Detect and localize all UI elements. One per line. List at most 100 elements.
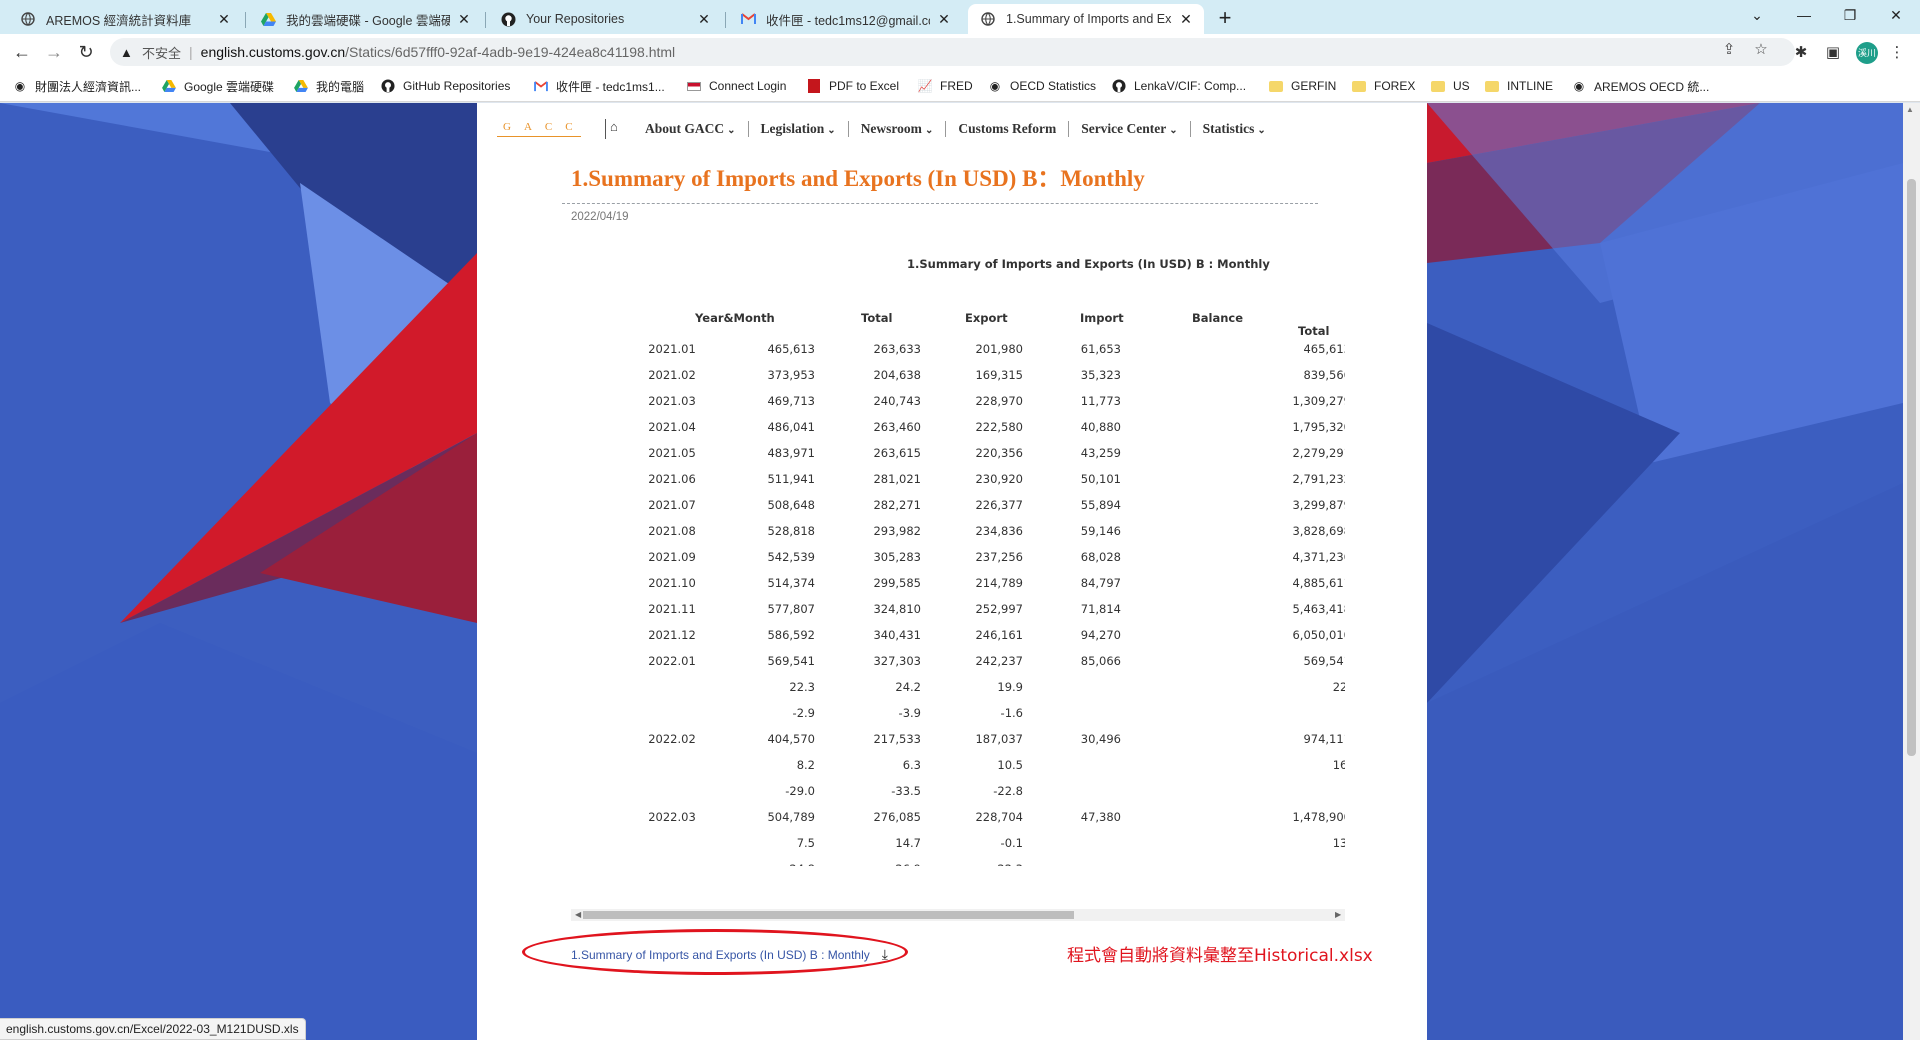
download-xls-link[interactable]: 1.Summary of Imports and Exports (In USD… <box>571 946 888 963</box>
bookmark-folder[interactable]: FOREX <box>1351 77 1415 95</box>
cell-import: -1.6 <box>1000 706 1023 720</box>
tab-close-icon[interactable]: ✕ <box>216 11 232 28</box>
nav-customs-reform[interactable]: Customs Reform <box>946 121 1070 137</box>
page-vertical-scrollbar[interactable]: ▲ <box>1903 103 1920 1040</box>
bookmark-item[interactable]: 📈 FRED <box>917 77 973 95</box>
nav-about-gacc[interactable]: About GACC ⌄ <box>633 121 749 137</box>
cell-import: 246,161 <box>975 628 1023 642</box>
bookmark-label: Google 雲端硬碟 <box>184 79 275 94</box>
bookmark-item[interactable]: Connect Login <box>686 77 786 95</box>
address-bar[interactable]: ▲ 不安全 | english.customs.gov.cn /Statics/… <box>110 38 1795 66</box>
cell-total: -2.9 <box>792 706 815 720</box>
cell-total: 483,971 <box>767 446 815 460</box>
back-button[interactable]: ← <box>8 38 36 66</box>
cell-year-month: 2021.08 <box>648 524 696 538</box>
scroll-left-icon[interactable]: ◀ <box>575 909 581 921</box>
cell-import: -0.1 <box>1000 836 1023 850</box>
tab-search-icon[interactable]: ⌄ <box>1734 0 1780 30</box>
bookmark-item[interactable]: ◉ AREMOS OECD 統... <box>1571 77 1710 95</box>
scrollbar-thumb[interactable] <box>1907 179 1916 756</box>
home-icon[interactable]: ⌂ <box>605 119 621 139</box>
download-icon[interactable]: ⤓ <box>882 946 888 963</box>
nav-service-center[interactable]: Service Center ⌄ <box>1069 121 1191 137</box>
nav-statistics[interactable]: Statistics ⌄ <box>1191 121 1278 137</box>
bookmark-star-icon[interactable]: ☆ <box>1749 38 1773 62</box>
github-icon <box>1111 78 1127 94</box>
tab-close-icon[interactable]: ✕ <box>936 11 952 28</box>
tab-separator <box>485 12 486 28</box>
table-horizontal-scrollbar[interactable]: ◀ ▶ <box>571 909 1345 921</box>
bookmark-folder[interactable]: GERFIN <box>1268 77 1336 95</box>
cell-export: 14.7 <box>895 836 921 850</box>
restore-button[interactable]: ❐ <box>1827 0 1873 30</box>
scrollbar-thumb[interactable] <box>583 911 1074 919</box>
cell-total: 528,818 <box>767 524 815 538</box>
tab-close-icon[interactable]: ✕ <box>456 11 472 28</box>
header-export: Export <box>965 311 1008 325</box>
menu-icon[interactable]: ⋮ <box>1886 42 1908 64</box>
cell-year-month: 2021.04 <box>648 420 696 434</box>
tab-separator <box>245 12 246 28</box>
bookmark-item[interactable]: GitHub Repositories <box>380 77 510 95</box>
bookmark-item[interactable]: LenkaV/CIF: Comp... <box>1111 77 1246 95</box>
scroll-up-icon[interactable]: ▲ <box>1906 105 1914 114</box>
cell-balance: 71,814 <box>1080 602 1121 616</box>
bookmark-item[interactable]: Google 雲端硬碟 <box>161 77 274 95</box>
cell-import: 19.9 <box>997 680 1023 694</box>
globe-icon: ◉ <box>1573 79 1585 93</box>
gacc-logo[interactable]: GACC <box>497 121 581 137</box>
bookmark-folder[interactable]: INTLINE <box>1484 77 1553 95</box>
gmail-icon <box>533 78 549 94</box>
cell-balance <box>1031 836 1121 850</box>
nav-legislation[interactable]: Legislation ⌄ <box>749 121 849 137</box>
header-balance: Balance <box>1192 311 1244 325</box>
cell-total: 569,541 <box>767 654 815 668</box>
reload-button[interactable]: ↻ <box>72 38 100 66</box>
browser-tab[interactable]: 收件匣 - tedc1ms12@gmail.com ✕ <box>728 4 962 34</box>
bookmark-folder[interactable]: US <box>1430 77 1470 95</box>
browser-toolbar: ← → ↻ ▲ 不安全 | english.customs.gov.cn /St… <box>0 34 1920 70</box>
bookmark-item[interactable]: 我的電腦 <box>293 77 364 95</box>
web-page: GACC ⌂ About GACC ⌄ Legislation ⌄ Newsroom… <box>0 103 1903 1040</box>
bookmark-label: 我的電腦 <box>316 79 365 94</box>
nav-newsroom[interactable]: Newsroom ⌄ <box>849 121 947 137</box>
bookmark-label: GitHub Repositories <box>403 79 511 93</box>
bookmark-item[interactable]: ◉ OECD Statistics <box>987 77 1096 95</box>
extensions-icon[interactable]: ✱ <box>1790 42 1812 64</box>
tab-close-icon[interactable]: ✕ <box>696 11 712 28</box>
google-drive-icon <box>293 78 309 94</box>
download-link-label[interactable]: 1.Summary of Imports and Exports (In USD… <box>571 948 870 962</box>
side-panel-icon[interactable]: ▣ <box>1822 42 1844 64</box>
share-icon[interactable]: ⇪ <box>1717 38 1741 62</box>
new-tab-button[interactable]: + <box>1212 6 1238 32</box>
tab-title: 收件匣 - tedc1ms12@gmail.com <box>766 13 930 28</box>
security-label[interactable]: 不安全 <box>142 43 181 62</box>
browser-tab[interactable]: AREMOS 經濟統計資料庫 ✕ <box>8 4 242 34</box>
data-table[interactable]: Year&Month Total Export Import Balance T… <box>571 298 1345 866</box>
bookmark-item[interactable]: ◉ 財團法人經濟資訊... <box>12 77 141 95</box>
profile-avatar[interactable]: 溪川 <box>1856 42 1878 64</box>
scroll-right-icon[interactable]: ▶ <box>1335 909 1341 921</box>
cell-export: 281,021 <box>873 472 921 486</box>
minimize-button[interactable]: — <box>1781 0 1827 30</box>
cell-import: 228,970 <box>975 394 1023 408</box>
chevron-down-icon: ⌄ <box>727 125 736 136</box>
cell-cumulative-total: 2,791,232 <box>1292 472 1345 486</box>
bookmark-item[interactable]: PDF to Excel <box>806 77 899 95</box>
browser-tab-active[interactable]: 1.Summary of Imports and Exp ✕ <box>968 4 1204 34</box>
cell-import: 187,037 <box>975 732 1023 746</box>
tab-title: AREMOS 經濟統計資料庫 <box>46 13 192 28</box>
close-window-button[interactable]: ✕ <box>1873 0 1919 30</box>
browser-tab[interactable]: 我的雲端硬碟 - Google 雲端硬碟 ✕ <box>248 4 482 34</box>
cell-balance <box>1031 784 1121 798</box>
tab-close-icon[interactable]: ✕ <box>1178 11 1194 28</box>
warning-icon[interactable]: ▲ <box>120 45 138 60</box>
cell-total: 514,374 <box>767 576 815 590</box>
cell-year-month: 2021.09 <box>648 550 696 564</box>
cell-export: 240,743 <box>873 394 921 408</box>
browser-tab[interactable]: Your Repositories ✕ <box>488 4 722 34</box>
nav-label: Customs Reform <box>958 121 1057 136</box>
bookmark-item[interactable]: 收件匣 - tedc1ms1... <box>533 77 665 95</box>
cell-balance <box>1031 706 1121 720</box>
forward-button[interactable]: → <box>40 38 68 66</box>
